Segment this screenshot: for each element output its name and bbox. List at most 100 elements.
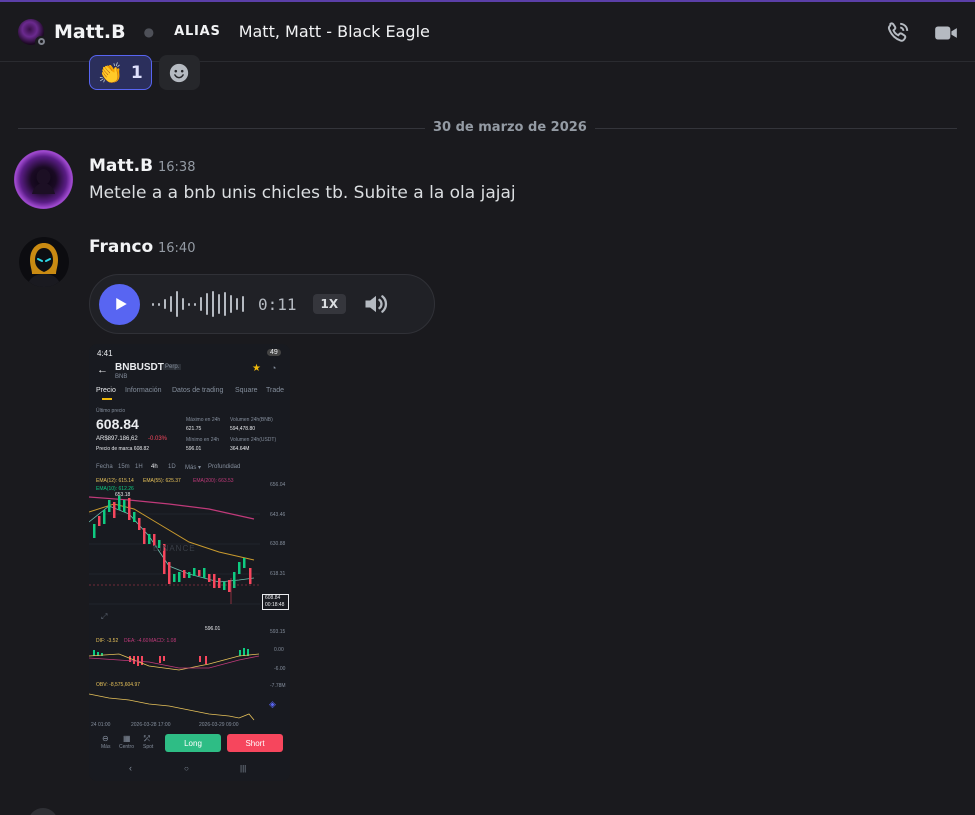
more-icon: ⊖ — [102, 734, 109, 743]
candle-countdown: 00:18:48 — [265, 602, 285, 608]
tf-15m: 15m — [118, 464, 130, 470]
obv-chart — [89, 693, 255, 721]
avatar-franco[interactable] — [19, 237, 69, 287]
video-call-icon[interactable] — [933, 20, 959, 46]
short-label: Short — [245, 738, 265, 748]
x-tick-2: 2026-03-28 17:00 — [131, 722, 171, 728]
dm-username[interactable]: Matt.B — [54, 21, 126, 43]
tab-trade: Trade — [266, 387, 285, 394]
y-tick-2: 643.46 — [270, 512, 286, 518]
action-spot: Spot — [143, 744, 154, 750]
hooded-figure-icon — [27, 243, 61, 287]
image-attachment[interactable]: 4:41 49 ← BNBUSDT Perp. BNB ★ ◔ Precio I… — [89, 344, 290, 781]
message-timestamp: 16:40 — [158, 241, 196, 256]
long-label: Long — [184, 738, 202, 748]
spot-icon: ⤱ — [144, 734, 151, 743]
add-reaction-button[interactable] — [158, 55, 200, 90]
tab-precio: Precio — [96, 387, 116, 394]
next-message-avatar[interactable] — [28, 808, 58, 815]
reactions-bar: 👏 1 — [89, 55, 200, 90]
header-separator-dot: ● — [143, 24, 155, 39]
add-reaction-icon — [170, 63, 189, 82]
voice-waveform[interactable] — [152, 289, 244, 319]
tf-more: Más ▾ — [185, 465, 202, 471]
mark-price: Precio de marca 608.82 — [96, 446, 150, 452]
avatar-matt[interactable] — [14, 150, 73, 209]
nav-home-icon: ○ — [184, 764, 189, 773]
tf-4h: 4h — [151, 464, 158, 470]
play-button[interactable] — [99, 283, 140, 325]
base-asset: BNB — [115, 374, 128, 380]
nav-recents-icon: ||| — [240, 764, 247, 773]
low-label: Mínimo en 24h — [186, 437, 220, 443]
vol-usdt-value: 364.64M — [230, 446, 250, 452]
alias-label: ALIAS — [174, 24, 221, 39]
macd-tick-1: 0.00 — [274, 647, 284, 653]
macd-tick-2: -6.00 — [274, 666, 286, 672]
tab-underline — [102, 398, 112, 400]
dm-avatar[interactable] — [18, 18, 47, 48]
voice-message-player: 0:11 1X — [89, 274, 435, 334]
message-content: Metele a a bnb unis chicles tb. Subite a… — [89, 183, 516, 203]
last-price-label: Último precio — [96, 408, 126, 414]
play-icon — [115, 298, 127, 310]
avatar-figure-icon — [32, 169, 55, 194]
tab-datos: Datos de trading — [172, 387, 224, 394]
voice-call-icon[interactable] — [885, 20, 911, 46]
tf-1h: 1H — [135, 464, 143, 470]
perp-badge: Perp. — [163, 364, 182, 370]
pair-name: BNBUSDT — [115, 362, 164, 373]
svg-text:⤢: ⤢ — [100, 612, 107, 621]
indicator-settings-icon: ◈ — [269, 699, 276, 709]
short-button: Short — [227, 734, 283, 752]
reaction-count: 1 — [130, 62, 143, 83]
ars-price: AR$897.186,62 — [96, 436, 138, 442]
vol-bnb-value: 594,478.80 — [230, 426, 256, 432]
last-price: 608.84 — [96, 416, 139, 432]
y-tick-5: 593.15 — [270, 629, 286, 635]
bell-icon: ◔ — [271, 363, 277, 373]
binance-watermark: BINANCE — [153, 544, 196, 553]
voice-duration: 0:11 — [258, 294, 297, 314]
y-tick-4: 618.31 — [270, 571, 286, 577]
candlestick-chart: ⤢ — [89, 496, 260, 621]
center-icon: ▦ — [123, 734, 131, 743]
clap-emoji: 👏 — [98, 60, 123, 85]
reaction-clap[interactable]: 👏 1 — [89, 55, 152, 90]
y-tick-3: 630.88 — [270, 541, 286, 547]
x-tick-1: 24 01:00 — [91, 722, 111, 728]
long-button: Long — [165, 734, 221, 752]
channel-header: Matt.B ● ALIAS Matt, Matt - Black Eagle — [0, 2, 975, 62]
tf-1d: 1D — [168, 464, 176, 470]
tab-informacion: Información — [125, 387, 162, 394]
message-author[interactable]: Franco — [89, 237, 153, 257]
date-divider-label: 30 de marzo de 2026 — [425, 120, 595, 135]
high-label: Máximo en 24h — [186, 417, 221, 423]
action-mas: Más — [101, 744, 111, 750]
message-timestamp: 16:38 — [158, 160, 196, 175]
volume-icon[interactable] — [362, 290, 390, 318]
status-offline-icon — [35, 35, 47, 48]
action-centro: Centro — [119, 744, 135, 750]
tab-square: Square — [235, 387, 258, 394]
low-value: 596.01 — [186, 446, 202, 452]
x-tick-3: 2026-03-29 09:00 — [199, 722, 239, 728]
y-tick-1: 656.04 — [270, 482, 286, 488]
star-icon: ★ — [252, 363, 261, 374]
chart-low-mark: 596.01 — [205, 626, 221, 632]
tf-fecha: Fecha — [96, 464, 113, 470]
vol-usdt-label: Volumen 24h(USDT) — [230, 437, 277, 443]
chart-high-mark: 653.18 — [115, 492, 131, 498]
high-value: 621.75 — [186, 426, 202, 432]
alias-value: Matt, Matt - Black Eagle — [238, 22, 430, 41]
macd-chart — [89, 648, 260, 671]
playback-speed-button[interactable]: 1X — [312, 294, 347, 314]
price-change: -0.03% — [148, 436, 168, 442]
phone-status-time: 4:41 — [97, 349, 113, 358]
tf-depth: Profundidad — [208, 464, 241, 470]
message-author[interactable]: Matt.B — [89, 156, 153, 176]
vol-bnb-label: Volumen 24h(BNB) — [230, 417, 273, 423]
price-tag-value: 608.84 — [265, 595, 281, 601]
back-arrow-icon: ← — [97, 364, 108, 376]
battery-indicator: 49 — [267, 349, 281, 356]
